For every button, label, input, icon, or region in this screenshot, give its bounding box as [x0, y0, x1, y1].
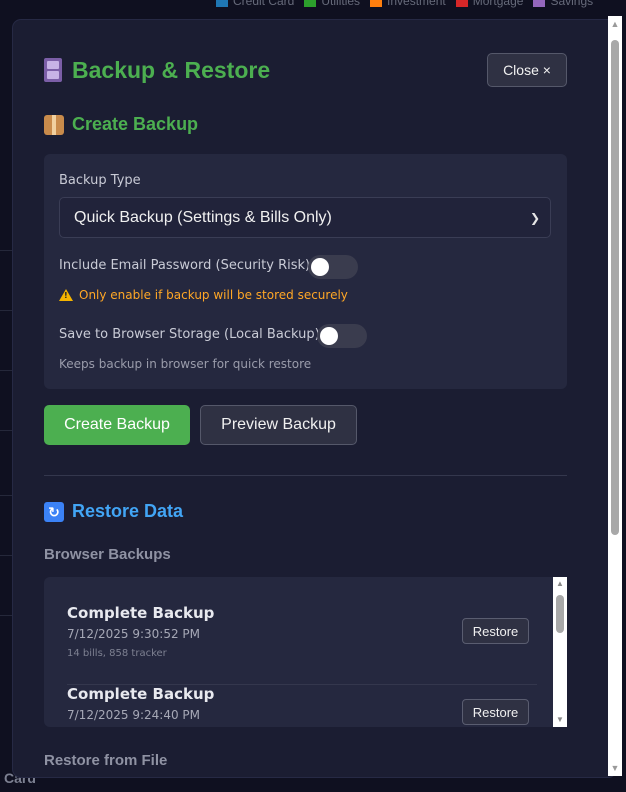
- legend-label: Savings: [550, 0, 594, 8]
- background-divider: [0, 615, 14, 616]
- warning-icon: !: [59, 289, 73, 301]
- modal-title: Backup & Restore: [44, 57, 270, 84]
- backup-meta: 14 bills, 858 tracker: [67, 648, 167, 659]
- backup-name: Complete Backup: [67, 685, 215, 703]
- background-divider: [0, 495, 14, 496]
- close-button[interactable]: Close ×: [487, 53, 567, 87]
- browser-backups-list[interactable]: Complete Backup 7/12/2025 9:30:52 PM 14 …: [44, 577, 567, 727]
- restore-button[interactable]: Restore: [462, 699, 529, 725]
- legend-swatch: [370, 0, 383, 7]
- backup-type-select[interactable]: Quick Backup (Settings & Bills Only) ❯: [59, 197, 551, 238]
- restore-data-heading-text: Restore Data: [72, 501, 184, 521]
- backup-type-value: Quick Backup (Settings & Bills Only): [74, 208, 332, 226]
- section-divider: [44, 475, 567, 476]
- package-icon: [44, 114, 64, 135]
- background-divider: [0, 310, 14, 311]
- legend-swatch: [533, 0, 546, 7]
- create-backup-heading: Create Backup: [44, 114, 198, 135]
- scroll-down-icon[interactable]: ▼: [553, 715, 567, 725]
- modal-scrollbar[interactable]: ▲ ▼: [608, 16, 622, 776]
- legend-swatch: [216, 0, 228, 7]
- background-divider: [0, 430, 14, 431]
- legend-item: Investment: [370, 0, 446, 8]
- include-email-toggle[interactable]: [308, 255, 358, 279]
- toggle-knob: [320, 327, 338, 345]
- modal-header: Backup & Restore Close ×: [44, 53, 567, 87]
- background-divider: [0, 555, 14, 556]
- legend-item: Credit Card: [216, 0, 294, 8]
- list-scroll-thumb[interactable]: [556, 595, 564, 633]
- create-backup-button[interactable]: Create Backup: [44, 405, 190, 445]
- restore-button[interactable]: Restore: [462, 618, 529, 644]
- background-divider: [0, 250, 14, 251]
- legend-label: Investment: [387, 0, 446, 8]
- scroll-up-icon[interactable]: ▲: [608, 18, 622, 30]
- restore-from-file-label: Restore from File: [44, 752, 168, 769]
- modal-scroll-thumb[interactable]: [611, 40, 619, 535]
- backup-name: Complete Backup: [67, 604, 215, 622]
- save-browser-label: Save to Browser Storage (Local Backup): [59, 327, 320, 342]
- list-item: Complete Backup 7/12/2025 9:24:40 PM Res…: [67, 685, 537, 727]
- legend-swatch: [304, 0, 317, 7]
- modal-title-text: Backup & Restore: [72, 56, 271, 83]
- legend-item: Savings: [533, 0, 593, 8]
- preview-backup-button[interactable]: Preview Backup: [200, 405, 357, 445]
- backup-type-label: Backup Type: [59, 173, 141, 188]
- create-backup-heading-text: Create Backup: [72, 114, 199, 134]
- security-warning: ! Only enable if backup will be stored s…: [59, 288, 348, 302]
- legend-label: Credit Card: [233, 0, 295, 8]
- legend-swatch: [455, 0, 468, 7]
- legend-item: Utilities: [304, 0, 360, 8]
- legend-label: Mortgage: [472, 0, 524, 8]
- legend-item: Mortgage: [455, 0, 524, 8]
- scroll-up-icon[interactable]: ▲: [553, 579, 567, 589]
- chevron-down-icon: ❯: [529, 210, 540, 225]
- save-browser-help: Keeps backup in browser for quick restor…: [59, 357, 312, 371]
- background-divider: [0, 370, 14, 371]
- save-browser-toggle[interactable]: [317, 324, 367, 348]
- legend-label: Utilities: [321, 0, 361, 8]
- chart-legend: Credit Card Utilities Investment Mortgag…: [216, 0, 593, 8]
- list-item: Complete Backup 7/12/2025 9:30:52 PM 14 …: [67, 604, 537, 685]
- create-backup-panel: Backup Type Quick Backup (Settings & Bil…: [44, 154, 567, 389]
- toggle-knob: [311, 258, 329, 276]
- browser-backups-label: Browser Backups: [44, 546, 171, 563]
- security-warning-text: Only enable if backup will be stored sec…: [79, 288, 348, 302]
- list-scrollbar[interactable]: ▲ ▼: [553, 577, 567, 727]
- backup-restore-modal: Backup & Restore Close × Create Backup B…: [13, 20, 616, 777]
- refresh-icon: ↻: [44, 501, 64, 522]
- backup-date: 7/12/2025 9:30:52 PM: [67, 627, 201, 641]
- backup-date: 7/12/2025 9:24:40 PM: [67, 708, 201, 722]
- file-cabinet-icon: [44, 58, 62, 82]
- include-email-label: Include Email Password (Security Risk): [59, 258, 311, 273]
- scroll-down-icon[interactable]: ▼: [608, 762, 622, 774]
- restore-data-heading: ↻ Restore Data: [44, 501, 183, 522]
